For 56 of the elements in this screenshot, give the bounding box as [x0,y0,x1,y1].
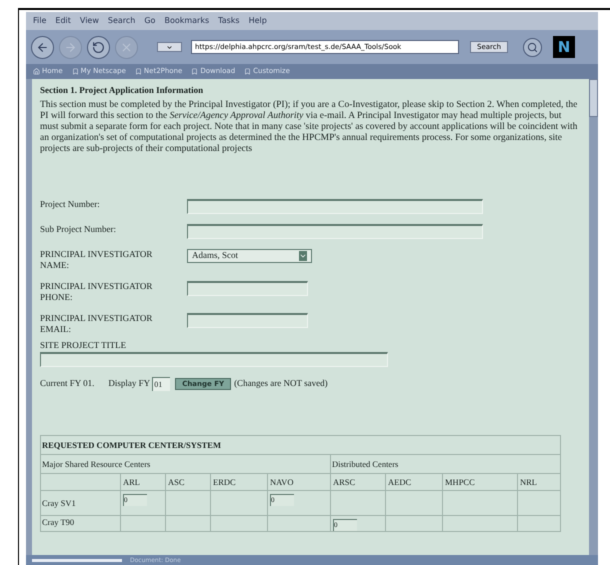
column-header: ARL [120,474,166,490]
bookmark-icon [134,68,142,75]
input-field[interactable] [187,224,483,238]
history-dropdown[interactable] [157,42,182,52]
scrollbar[interactable] [589,79,598,555]
field-label: Project Number: [40,198,101,210]
column-header: NRL [518,474,560,490]
field-label: PRINCIPAL INVESTIGATOR NAME: [40,248,154,270]
reload-button[interactable] [87,36,110,58]
netscape-logo: N [553,36,576,58]
column-header: ERDC [210,474,268,490]
menu-item[interactable]: File [33,15,46,27]
table-title: REQUESTED COMPUTER CENTER/SYSTEM [40,436,560,454]
x-icon [120,40,133,54]
fy-input[interactable]: 01 [152,377,170,391]
column-header: ASC [166,474,210,490]
group-header: Major Shared Resource Centers [40,454,330,474]
field-label: Sub Project Number: [40,224,117,234]
investigator-select[interactable]: Adams, Scot [187,248,312,262]
section-title: Section 1. Project Application Information [40,84,204,97]
bookmark-icon [191,68,198,75]
bookmark-icon [72,68,79,75]
field-label: PRINCIPAL INVESTIGATOR PHONE: [40,280,154,302]
row-header: Cray SV1 [40,490,120,516]
field-label: PRINCIPAL INVESTIGATOR EMAIL: [40,312,154,334]
column-header: ARSC [330,474,386,490]
back-button[interactable] [31,36,54,58]
menu-item[interactable]: View [80,15,99,27]
input-field[interactable] [40,352,388,367]
home-icon [33,68,40,75]
column-header: NAVO [268,474,330,490]
search-icon[interactable] [523,38,542,56]
caret-icon [166,44,173,50]
display-fy-label: Display FY [108,377,150,390]
row-header: Cray T90 [40,516,120,532]
group-header: Distributed Centers [330,454,560,474]
arrow-right-icon [64,40,77,54]
input-field[interactable] [187,312,308,328]
fy-note: (Changes are NOT saved) [234,377,328,390]
column-header: MHPCC [442,474,518,490]
intro-paragraph: This section must be completed by the Principal Investigator (PI); if you are a Co-Investigator, please skip to Section 2. When completed, the PI will forward this section to the Service/Agency Approval Authority via e-mail. A Principal Investigator may head multiple projects, but must submit a separate form for each project. Note that in many case 'site projects' as covered by account applications will be coincident with an organization's set of computational projects as determined the the HPCMP's annual requirements process. For some organizations, site projects are sub-projects of their computational projects [40,100,578,154]
bookmark-icon [244,68,252,75]
input-field[interactable] [187,198,483,214]
current-fy-label: Current FY 01. [40,377,94,390]
menu-item[interactable]: Bookmarks [164,15,210,27]
column-header: AEDC [386,474,442,490]
reload-icon [92,40,105,54]
field-label: SITE PROJECT TITLE [40,338,128,352]
menu-item[interactable]: Tasks [218,15,240,27]
menu-item[interactable]: Help [248,15,267,27]
menu-item[interactable]: Edit [55,15,71,27]
menu-item[interactable]: Go [144,15,156,27]
dropdown-icon [299,250,307,260]
input-field[interactable] [187,280,308,296]
arrow-left-icon [36,40,49,54]
menu-item[interactable]: Search [108,15,136,27]
